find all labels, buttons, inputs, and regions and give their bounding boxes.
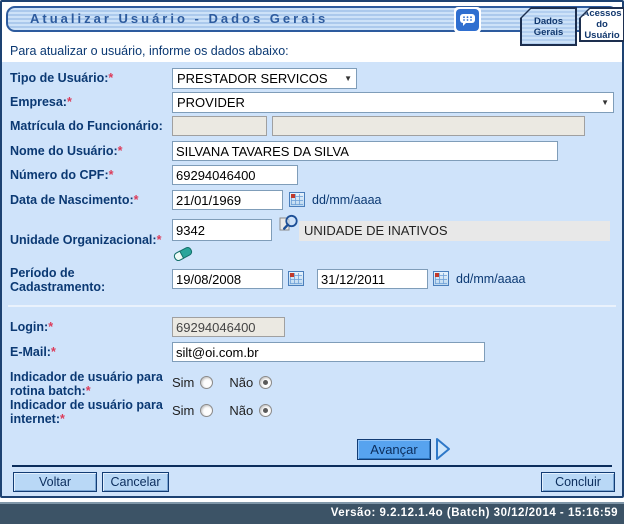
date-format-hint: dd/mm/aaaa [456,272,525,286]
internet-sim-label: Sim [172,403,194,418]
tab-acessos-do-usuario[interactable]: Acessos do Usuário [579,7,624,42]
tab-dados-gerais-label-line2: Gerais [534,27,564,38]
cpf-label: Número do CPF:* [10,168,113,182]
batch-sim-radio[interactable] [200,376,213,389]
batch-nao-label: Não [229,375,253,390]
voltar-button[interactable]: Voltar [13,472,97,492]
indicador-batch-label-line2: rotina batch:* [10,384,91,398]
indicador-internet-label-line1: Indicador de usuário para [10,398,163,412]
matricula-input-2 [272,116,585,136]
date-format-hint: dd/mm/aaaa [312,193,381,207]
calendar-icon[interactable] [288,271,304,286]
periodo-fim-input[interactable] [317,269,428,289]
unidade-name-display: UNIDADE DE INATIVOS [299,221,610,241]
concluir-button[interactable]: Concluir [541,472,615,492]
empresa-select[interactable]: PROVIDER ▼ [172,92,614,113]
dropdown-arrow-icon: ▼ [338,74,352,83]
data-nascimento-label: Data de Nascimento:* [10,193,139,207]
empresa-label: Empresa:* [10,95,72,109]
cpf-input[interactable] [172,165,298,185]
forward-arrow-icon[interactable] [435,437,452,466]
periodo-inicio-input[interactable] [172,269,283,289]
login-input [172,317,285,337]
periodo-label-line1: Período de [10,266,75,280]
nome-usuario-input[interactable] [172,141,558,161]
email-input[interactable] [172,342,485,362]
footer-rule [12,465,612,467]
chat-icon [456,9,479,31]
unidade-code-input[interactable] [172,219,272,241]
chat-button[interactable] [454,7,481,33]
tipo-usuario-selected-value: PRESTADOR SERVICOS [177,71,328,86]
screen: Atualizar Usuário - Dados Gerais Dados G… [0,0,624,524]
section-divider [8,305,616,307]
page-title: Atualizar Usuário - Dados Gerais [30,8,328,30]
dropdown-arrow-icon: ▼ [595,98,609,107]
calendar-icon[interactable] [433,271,449,286]
tipo-usuario-label: Tipo de Usuário:* [10,71,113,85]
indicador-internet-label-line2: internet:* [10,412,65,426]
cancelar-button[interactable]: Cancelar [102,472,169,492]
batch-sim-label: Sim [172,375,194,390]
data-nascimento-input[interactable] [172,190,283,210]
calendar-icon[interactable] [289,192,305,207]
indicador-batch-label-line1: Indicador de usuário para [10,370,163,384]
intro-text: Para atualizar o usuário, informe os dad… [10,44,289,58]
tab-dados-gerais[interactable]: Dados Gerais [520,7,577,46]
eraser-icon[interactable] [172,244,194,269]
login-label: Login:* [10,320,53,334]
atualizar-usuario-window: Atualizar Usuário - Dados Gerais Dados G… [0,0,624,498]
internet-nao-radio[interactable] [259,404,272,417]
batch-nao-radio[interactable] [259,376,272,389]
empresa-selected-value: PROVIDER [177,95,245,110]
matricula-label: Matrícula do Funcionário: [10,119,163,133]
indicador-internet-radio-group: Sim Não [172,403,282,418]
periodo-label-line2: Cadastramento: [10,280,105,294]
tab-dados-gerais-label-line1: Dados [534,16,563,27]
indicador-batch-radio-group: Sim Não [172,375,282,390]
email-label: E-Mail:* [10,345,56,359]
nome-usuario-label: Nome do Usuário:* [10,144,123,158]
version-text: Versão: 9.2.12.1.4o (Batch) 30/12/2014 -… [331,507,618,519]
status-bar: Versão: 9.2.12.1.4o (Batch) 30/12/2014 -… [0,502,624,524]
internet-nao-label: Não [229,403,253,418]
search-icon[interactable] [278,213,301,240]
matricula-input-1 [172,116,267,136]
avancar-button[interactable]: Avançar [357,439,431,460]
tab-acessos-label-line2: do Usuário [581,19,623,41]
internet-sim-radio[interactable] [200,404,213,417]
tipo-usuario-select[interactable]: PRESTADOR SERVICOS ▼ [172,68,357,89]
tab-acessos-label-line1: Acessos [582,8,621,19]
unidade-organizacional-label: Unidade Organizacional:* [10,233,161,247]
